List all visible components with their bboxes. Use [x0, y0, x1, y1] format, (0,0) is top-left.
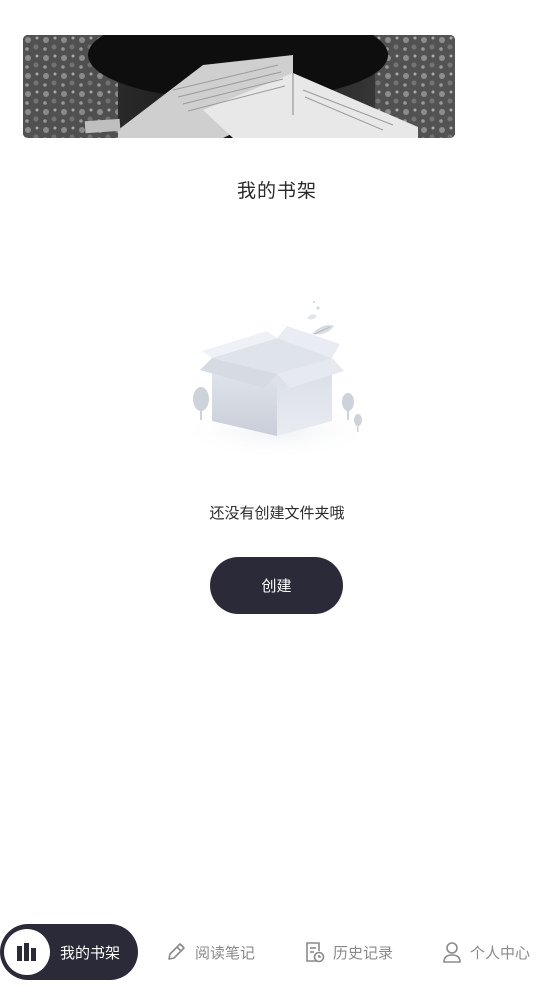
book-reading-photo: [23, 35, 455, 138]
nav-item-label: 历史记录: [333, 943, 394, 962]
nav-item-label: 阅读笔记: [195, 943, 256, 962]
nav-item-history[interactable]: 历史记录: [303, 924, 393, 980]
banner-image[interactable]: [23, 35, 455, 138]
empty-state-message: 还没有创建文件夹哦: [209, 504, 345, 522]
create-folder-button[interactable]: 创建: [210, 557, 343, 614]
nav-item-reading-notes[interactable]: 阅读笔记: [165, 924, 255, 980]
nav-item-profile[interactable]: 个人中心: [442, 924, 530, 980]
nav-item-label: 我的书架: [60, 943, 121, 962]
page-title: 我的书架: [236, 180, 317, 202]
user-icon: [442, 941, 462, 963]
history-record-icon: [303, 940, 325, 964]
pencil-icon: [165, 941, 187, 963]
bookshelf-icon: [4, 929, 50, 975]
empty-box-illustration: [172, 296, 382, 461]
bottom-navigation: 我的书架 阅读笔记 历史记录 个人中心: [0, 920, 554, 986]
nav-item-label: 个人中心: [470, 943, 531, 962]
nav-item-bookshelf[interactable]: 我的书架: [0, 924, 138, 980]
